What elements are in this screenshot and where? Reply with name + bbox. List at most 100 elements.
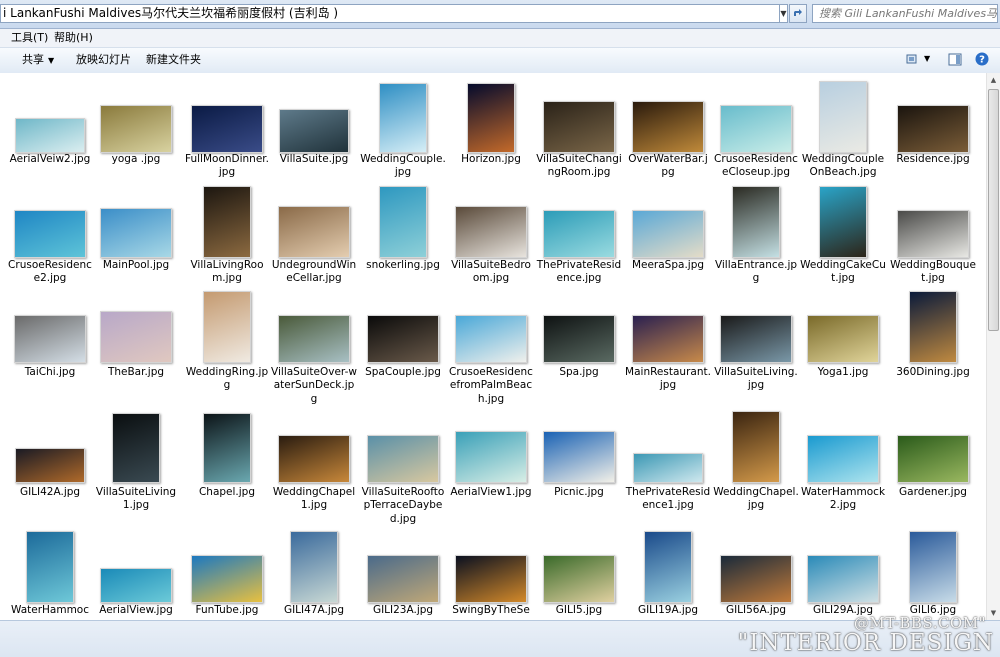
thumbnail-image[interactable]: [379, 186, 427, 258]
thumbnail-image[interactable]: [278, 206, 350, 258]
thumbnail-image[interactable]: [100, 311, 172, 363]
thumbnail-image[interactable]: [15, 448, 85, 483]
thumbnail-image[interactable]: [14, 210, 86, 258]
menu-help[interactable]: 帮助(H): [54, 31, 93, 45]
thumbnail-image[interactable]: [467, 83, 515, 153]
thumbnail-image[interactable]: [732, 411, 780, 483]
thumbnail-image[interactable]: [112, 413, 160, 483]
thumbnail-image[interactable]: [644, 531, 692, 603]
thumbnail-image[interactable]: [543, 431, 615, 483]
thumbnail-image[interactable]: [100, 105, 172, 153]
thumbnail-image[interactable]: [633, 453, 703, 483]
file-name: WaterHammoc: [10, 604, 90, 616]
file-name: VillaSuiteChangingRoom.jpg: [536, 153, 622, 179]
thumbnail-image[interactable]: [26, 531, 74, 603]
thumbnail-image[interactable]: [807, 315, 879, 363]
scroll-thumb[interactable]: [988, 89, 999, 331]
svg-text:?: ?: [979, 55, 985, 66]
file-name: CrusoeResidence2.jpg: [8, 259, 92, 285]
file-name: UndegroundWineCellar.jpg: [271, 259, 357, 285]
file-name: VillaSuiteBedroom.jpg: [451, 259, 531, 285]
file-name: Yoga1.jpg: [817, 366, 869, 378]
thumbnail-image[interactable]: [543, 315, 615, 363]
thumbnail-image[interactable]: [455, 431, 527, 483]
thumbnail-image[interactable]: [909, 291, 957, 363]
file-name: ThePrivateResidence1.jpg: [625, 486, 711, 512]
slideshow-button[interactable]: 放映幻灯片: [76, 53, 131, 67]
file-name: VillaSuiteRooftopTerraceDaybed.jpg: [361, 486, 445, 525]
file-name: GILI23A.jpg: [372, 604, 434, 616]
thumbnail-image[interactable]: [543, 555, 615, 603]
thumbnail-image[interactable]: [632, 315, 704, 363]
file-name: FunTube.jpg: [195, 604, 259, 616]
thumbnail-image[interactable]: [819, 81, 867, 153]
thumbnail-image[interactable]: [15, 118, 85, 153]
thumbnail-image[interactable]: [632, 210, 704, 258]
file-name: AerialVeiw2.jpg: [9, 153, 91, 165]
menu-tools[interactable]: 工具(T): [11, 31, 48, 45]
thumbnail-image[interactable]: [632, 101, 704, 153]
thumbnail-image[interactable]: [279, 109, 349, 153]
file-name: MainPool.jpg: [102, 259, 170, 271]
thumbnail-image[interactable]: [897, 210, 969, 258]
thumbnail-image[interactable]: [807, 555, 879, 603]
thumbnail-image[interactable]: [897, 435, 969, 483]
file-name: FullMoonDinner.jpg: [185, 153, 269, 179]
file-name: TheBar.jpg: [107, 366, 165, 378]
address-dropdown-icon[interactable]: ▼: [780, 4, 788, 23]
file-name: snokerling.jpg: [366, 259, 440, 271]
view-options-icon[interactable]: [906, 53, 920, 66]
thumbnail-image[interactable]: [14, 315, 86, 363]
address-field[interactable]: i LankanFushi Maldives马尔代夫兰坎福希丽度假村 (吉利岛 …: [0, 4, 780, 23]
thumbnail-image[interactable]: [897, 105, 969, 153]
thumbnail-image[interactable]: [278, 315, 350, 363]
thumbnail-image[interactable]: [720, 555, 792, 603]
new-folder-button[interactable]: 新建文件夹: [146, 53, 201, 67]
scroll-up-icon[interactable]: ▲: [987, 73, 1000, 87]
thumbnail-image[interactable]: [732, 186, 780, 258]
thumbnail-image[interactable]: [278, 435, 350, 483]
thumbnail-image[interactable]: [367, 435, 439, 483]
thumbnail-image[interactable]: [455, 555, 527, 603]
file-name: GILI47A.jpg: [283, 604, 345, 616]
thumbnail-image[interactable]: [100, 568, 172, 603]
file-name: Gardener.jpg: [899, 486, 967, 498]
view-dropdown-icon[interactable]: ▼: [924, 54, 930, 63]
thumbnail-image[interactable]: [455, 206, 527, 258]
thumbnail-image[interactable]: [379, 83, 427, 153]
thumbnail-image[interactable]: [191, 555, 263, 603]
file-name: Horizon.jpg: [461, 153, 521, 165]
thumbnail-image[interactable]: [100, 208, 172, 258]
thumbnail-image[interactable]: [367, 315, 439, 363]
file-name: Residence.jpg: [896, 153, 970, 165]
file-name: WeddingCakeCut.jpg: [800, 259, 886, 285]
thumbnail-image[interactable]: [909, 531, 957, 603]
refresh-icon[interactable]: [789, 4, 807, 23]
thumbnail-image[interactable]: [543, 101, 615, 153]
thumbnail-image[interactable]: [720, 315, 792, 363]
file-name: VillaSuite.jpg: [279, 153, 349, 165]
thumbnail-image[interactable]: [543, 210, 615, 258]
thumbnail-image[interactable]: [290, 531, 338, 603]
file-grid: AerialVeiw2.jpg yoga .jpg FullMoonDinner.j…: [0, 73, 986, 620]
thumbnail-image[interactable]: [203, 291, 251, 363]
share-button[interactable]: 共享 ▼: [22, 53, 54, 68]
vertical-scrollbar[interactable]: ▲ ▼: [986, 73, 1000, 620]
thumbnail-image[interactable]: [367, 555, 439, 603]
file-name: WeddingBouquet.jpg: [890, 259, 976, 285]
thumbnail-image[interactable]: [720, 105, 792, 153]
file-name: SwingByTheSea.: [452, 604, 530, 620]
file-name: AerialView1.jpg: [450, 486, 532, 498]
scroll-down-icon[interactable]: ▼: [987, 606, 1000, 620]
preview-pane-icon[interactable]: [948, 53, 962, 66]
thumbnail-image[interactable]: [455, 315, 527, 363]
file-name: VillaSuiteLiving.jpg: [714, 366, 798, 392]
thumbnail-image[interactable]: [191, 105, 263, 153]
thumbnail-image[interactable]: [203, 413, 251, 483]
search-input[interactable]: 搜索 Gili LankanFushi Maldives马...: [812, 4, 998, 23]
help-icon[interactable]: ?: [975, 52, 989, 66]
file-name: Picnic.jpg: [554, 486, 604, 498]
thumbnail-image[interactable]: [819, 186, 867, 258]
thumbnail-image[interactable]: [203, 186, 251, 258]
thumbnail-image[interactable]: [807, 435, 879, 483]
